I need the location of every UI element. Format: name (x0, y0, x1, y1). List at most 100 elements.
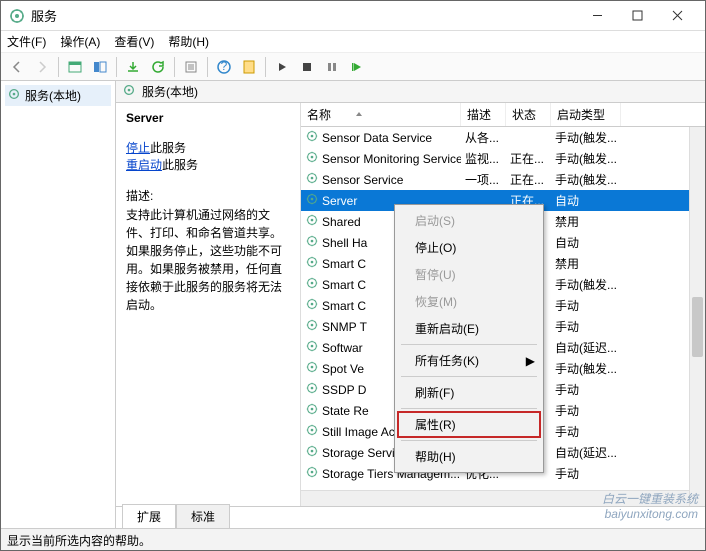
gear-icon (7, 87, 21, 104)
svc-name: Smart C (322, 257, 366, 271)
ctx-properties[interactable]: 属性(R) (397, 411, 541, 438)
ctx-alltasks[interactable]: 所有任务(K)▶ (397, 347, 541, 374)
back-button[interactable] (5, 55, 29, 79)
svc-name: Smart C (322, 278, 366, 292)
ctx-start: 启动(S) (397, 207, 541, 234)
vertical-scrollbar[interactable] (689, 127, 705, 506)
restart-link[interactable]: 重启动 (126, 158, 162, 172)
svc-start: 自动 (551, 232, 621, 253)
titlebar: 服务 (1, 1, 705, 31)
gear-icon (305, 297, 319, 314)
gear-icon (305, 381, 319, 398)
desc-text: 支持此计算机通过网络的文件、打印、和命名管道共享。如果服务停止，这些功能不可用。… (126, 206, 290, 314)
svc-start: 禁用 (551, 211, 621, 232)
svc-name: State Re (322, 404, 369, 418)
svc-desc: 一项... (461, 169, 506, 190)
svc-name: Shell Ha (322, 236, 367, 250)
gear-icon (305, 360, 319, 377)
restart-svc-button[interactable] (345, 55, 369, 79)
svc-start: 禁用 (551, 253, 621, 274)
desc-header: 描述: (126, 187, 290, 204)
ctx-refresh[interactable]: 刷新(F) (397, 379, 541, 406)
svc-start: 手动(触发... (551, 169, 621, 190)
svc-start: 手动(触发... (551, 358, 621, 379)
table-row[interactable]: Sensor Monitoring Service监视...正在...手动(触发… (301, 148, 705, 169)
status-bar: 显示当前所选内容的帮助。 (1, 528, 705, 550)
properties-button[interactable] (237, 55, 261, 79)
svc-name: Shared (322, 215, 361, 229)
forward-button[interactable] (30, 55, 54, 79)
svc-start: 手动 (551, 316, 621, 337)
menu-view[interactable]: 查看(V) (114, 33, 154, 50)
svc-name: Server (322, 194, 357, 208)
export-button[interactable] (121, 55, 145, 79)
gear-icon (305, 234, 319, 251)
stop-link[interactable]: 停止 (126, 141, 150, 155)
menubar: 文件(F) 操作(A) 查看(V) 帮助(H) (1, 31, 705, 53)
col-start[interactable]: 启动类型 (551, 103, 621, 126)
main-title: 服务(本地) (142, 83, 198, 100)
gear-icon (305, 402, 319, 419)
svc-name: Sensor Service (322, 173, 403, 187)
pause-svc-button[interactable] (320, 55, 344, 79)
svc-start: 手动(触发... (551, 274, 621, 295)
svc-start: 自动 (551, 190, 621, 211)
close-button[interactable] (657, 2, 697, 30)
gear-icon (305, 150, 319, 167)
minimize-button[interactable] (577, 2, 617, 30)
watermark: 白云一键重装系统 baiyunxitong.com (602, 490, 698, 521)
nav-services-local[interactable]: 服务(本地) (5, 85, 111, 106)
svc-desc (461, 199, 506, 203)
col-name[interactable]: 名称 (301, 103, 461, 126)
table-row[interactable]: Sensor Service 一项...正在...手动(触发... (301, 169, 705, 190)
gear-icon (305, 171, 319, 188)
menu-help[interactable]: 帮助(H) (168, 33, 209, 50)
svg-text:?: ? (221, 60, 228, 73)
svc-name: Sensor Data Service (322, 131, 432, 145)
context-menu: 启动(S) 停止(O) 暂停(U) 恢复(M) 重新启动(E) 所有任务(K)▶… (394, 204, 544, 473)
stop-svc-button[interactable] (295, 55, 319, 79)
svc-name: SSDP D (322, 383, 366, 397)
details-button[interactable] (88, 55, 112, 79)
table-row[interactable]: Sensor Data Service从各...手动(触发... (301, 127, 705, 148)
ctx-restart[interactable]: 重新启动(E) (397, 315, 541, 342)
submenu-arrow-icon: ▶ (526, 354, 535, 368)
ctx-stop[interactable]: 停止(O) (397, 234, 541, 261)
gear-icon (305, 276, 319, 293)
nav-pane: 服务(本地) (1, 81, 116, 528)
start-svc-button[interactable] (270, 55, 294, 79)
refresh-button[interactable] (146, 55, 170, 79)
tab-standard[interactable]: 标准 (176, 504, 230, 528)
view-button[interactable] (63, 55, 87, 79)
svc-start: 手动(触发... (551, 127, 621, 148)
window-title: 服务 (31, 6, 577, 25)
gear-icon (305, 465, 319, 482)
export-list-button[interactable] (179, 55, 203, 79)
svc-name: Sensor Monitoring Service (322, 152, 461, 166)
gear-icon (122, 83, 136, 100)
sort-asc-icon (355, 111, 363, 119)
svc-start: 手动 (551, 400, 621, 421)
col-desc[interactable]: 描述 (461, 103, 506, 126)
ctx-help[interactable]: 帮助(H) (397, 443, 541, 470)
scroll-thumb[interactable] (692, 297, 703, 357)
col-status[interactable]: 状态 (506, 103, 551, 126)
list-header: 名称 描述 状态 启动类型 (301, 103, 705, 127)
svc-status: 正在... (506, 169, 551, 190)
maximize-button[interactable] (617, 2, 657, 30)
menu-file[interactable]: 文件(F) (7, 33, 46, 50)
gear-icon (305, 339, 319, 356)
svc-start: 自动(延迟... (551, 442, 621, 463)
svc-start: 手动 (551, 295, 621, 316)
svc-status (506, 136, 551, 140)
nav-label: 服务(本地) (25, 87, 81, 104)
svc-name: Smart C (322, 299, 366, 313)
help-button[interactable]: ? (212, 55, 236, 79)
toolbar: ? (1, 53, 705, 81)
gear-icon (305, 129, 319, 146)
svc-start: 手动 (551, 379, 621, 400)
menu-action[interactable]: 操作(A) (60, 33, 100, 50)
tab-extended[interactable]: 扩展 (122, 504, 176, 528)
svc-name: Softwar (322, 341, 363, 355)
ctx-resume: 恢复(M) (397, 288, 541, 315)
